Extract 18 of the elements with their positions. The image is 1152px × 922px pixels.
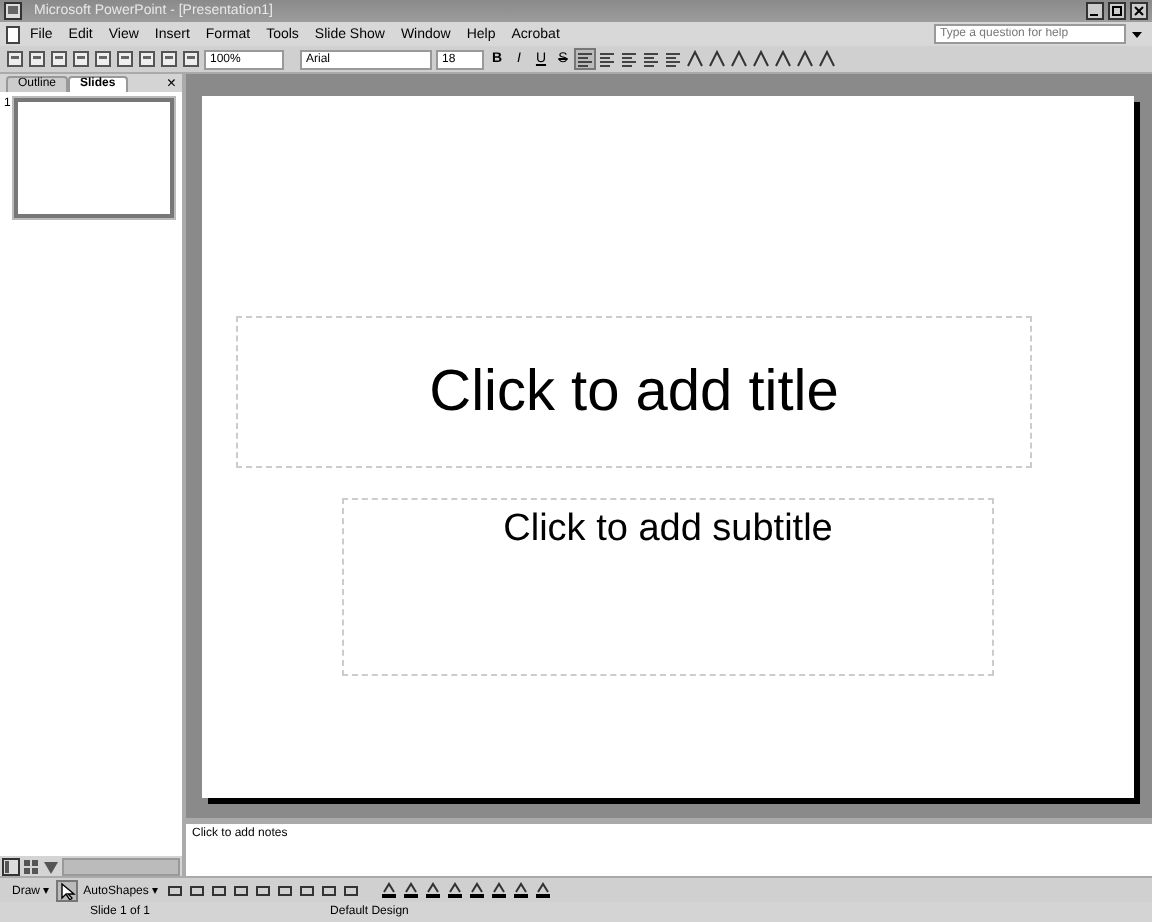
slide-thumbnail[interactable] bbox=[14, 98, 175, 218]
document-icon[interactable] bbox=[6, 50, 24, 68]
subtitle-placeholder[interactable]: Click to add subtitle bbox=[342, 498, 994, 676]
close-icon[interactable] bbox=[1130, 2, 1148, 20]
minimize-icon[interactable] bbox=[1086, 2, 1104, 20]
align-left-icon[interactable] bbox=[576, 50, 594, 68]
close-button[interactable]: × bbox=[160, 74, 182, 92]
normal-view-icon[interactable] bbox=[2, 857, 20, 875]
maximize-icon[interactable] bbox=[1108, 2, 1126, 20]
list-icon[interactable] bbox=[664, 50, 682, 68]
dropdown-icon[interactable] bbox=[1132, 29, 1142, 39]
pointer-icon[interactable] bbox=[57, 881, 76, 899]
sorter-view-icon[interactable] bbox=[22, 857, 40, 875]
scrollbar[interactable] bbox=[62, 857, 180, 875]
document-icon[interactable] bbox=[4, 25, 22, 43]
list-icon[interactable] bbox=[642, 50, 660, 68]
rectangle-icon[interactable] bbox=[210, 881, 229, 899]
title-placeholder[interactable]: Click to add title bbox=[236, 316, 1032, 468]
